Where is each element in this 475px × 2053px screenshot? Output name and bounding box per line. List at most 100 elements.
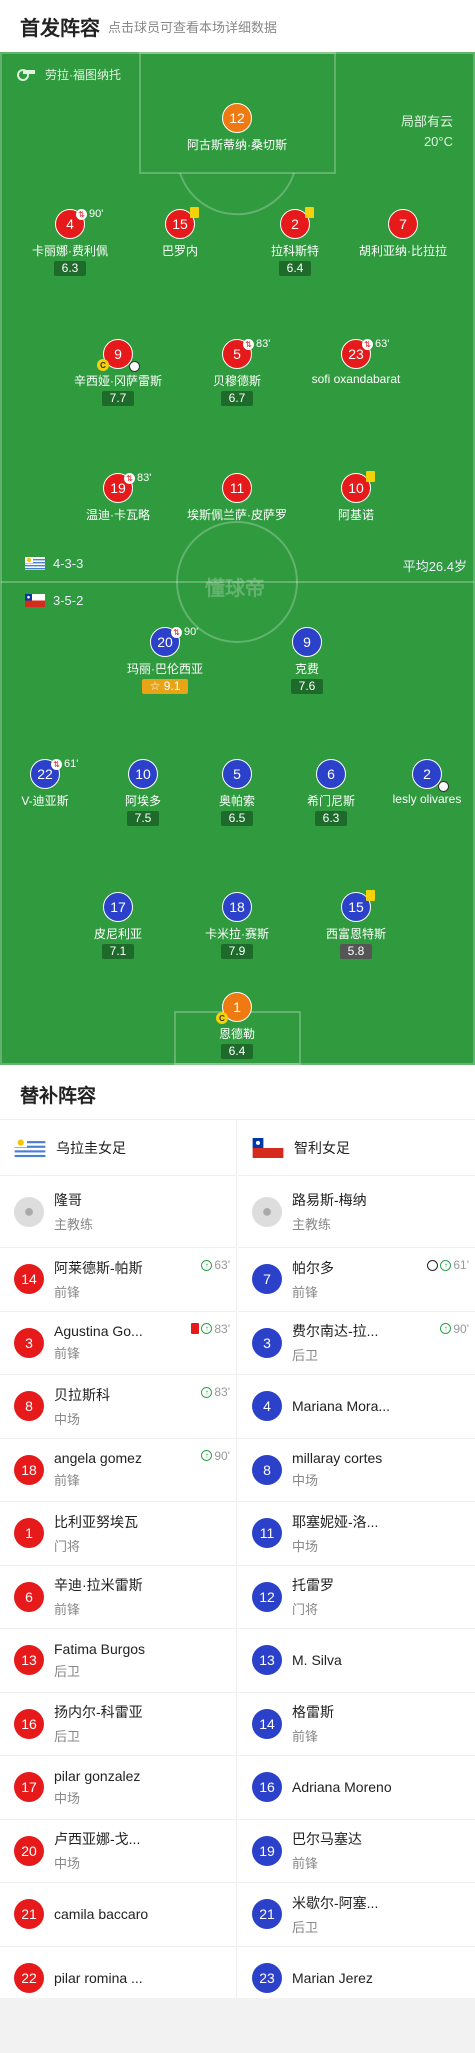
goal-ball-icon	[427, 1259, 439, 1271]
player-name: 皮尼利亚	[93, 927, 142, 941]
player-number: 23 ⇅ 63'	[341, 338, 389, 369]
average-age: 平均26.4岁	[402, 559, 467, 574]
home-player[interactable]: 23 ⇅ 63' sofi oxandabarat	[296, 338, 416, 386]
sub-number: 16	[14, 1708, 44, 1739]
temperature: 20°C	[423, 134, 453, 149]
player-number: 12	[222, 103, 252, 133]
chile-flag-icon	[252, 1137, 284, 1158]
away-team-header[interactable]: 智利女足	[238, 1120, 475, 1176]
sub-row[interactable]: 13 M. Silva	[238, 1629, 475, 1693]
home-team-header[interactable]: 乌拉圭女足	[0, 1120, 236, 1176]
sub-row[interactable]: 12 托雷罗 门将	[238, 1566, 475, 1629]
away-player[interactable]: 20 ⇅ 90' 玛丽·巴伦西亚 ☆ 9.1	[105, 626, 225, 695]
sub-number: 18	[14, 1454, 44, 1485]
sub-row[interactable]: 3 Agustina Go... 前锋 ↑ 83'	[0, 1312, 236, 1375]
sub-row[interactable]: 8 贝拉斯科 中场 ↑ 83'	[0, 1375, 236, 1439]
home-player[interactable]: 19 ⇅ 83' 温迪·卡瓦略	[58, 472, 178, 523]
sub-row[interactable]: 4 Mariana Mora...	[238, 1375, 475, 1439]
sub-in-icon: ↑	[201, 1323, 213, 1334]
sub-row[interactable]: 1 比利亚努埃瓦 门将	[0, 1502, 236, 1566]
sub-time: 83'	[256, 338, 271, 350]
sub-number: 23	[252, 1962, 282, 1993]
home-player[interactable]: 5 ⇅ 83' 贝穆德斯 6.7	[177, 338, 297, 407]
sub-position: 前锋	[292, 1284, 319, 1300]
sub-position: 中场	[54, 1790, 81, 1806]
sub-row[interactable]: 21 米歇尔-阿塞... 后卫	[238, 1883, 475, 1947]
coach-avatar-icon: ●	[252, 1196, 282, 1227]
away-player[interactable]: 1 C 恩德勒 6.4	[177, 992, 297, 1060]
away-coach[interactable]: ● 路易斯-梅纳 主教练	[238, 1176, 475, 1248]
sub-event: ↑ 83'	[201, 1385, 230, 1399]
weather: 局部有云 20°C	[401, 112, 453, 152]
sub-number: 22	[14, 1962, 44, 1993]
home-player[interactable]: 12 阿古斯蒂纳·桑切斯	[177, 103, 297, 153]
sub-time: 83'	[214, 1321, 230, 1336]
sub-row[interactable]: 13 Fatima Burgos 后卫	[0, 1629, 236, 1693]
sub-row[interactable]: 16 Adriana Moreno	[238, 1756, 475, 1820]
sub-row[interactable]: 18 angela gomez 前锋 ↑ 90'	[0, 1439, 236, 1502]
home-coach[interactable]: ● 隆哥 主教练	[0, 1176, 236, 1248]
coach-name: 隆哥	[54, 1192, 82, 1208]
away-player[interactable]: 15 西富恩特斯 5.8	[296, 890, 416, 960]
substitution-badge: ⇅ 83'	[124, 472, 151, 484]
home-player[interactable]: 4 ⇅ 90' 卡丽娜·费利佩 6.3	[10, 208, 130, 277]
sub-name: pilar romina ...	[54, 1969, 143, 1986]
sub-number: 14	[252, 1708, 282, 1739]
player-number: 10	[341, 471, 375, 503]
sub-name: Agustina Go...	[54, 1323, 143, 1340]
away-player[interactable]: 2 lesly olivares	[367, 759, 475, 806]
sub-row[interactable]: 14 阿莱德斯-帕斯 前锋 ↑ 63'	[0, 1248, 236, 1312]
player-number: 22 ⇅ 61'	[30, 758, 78, 789]
sub-row[interactable]: 21 camila baccaro	[0, 1883, 236, 1947]
referee-name: 劳拉·福图纳托	[45, 68, 121, 82]
sub-number: 13	[14, 1645, 44, 1676]
sub-position: 中场	[54, 1856, 81, 1872]
sub-row[interactable]: 14 格雷斯 前锋	[238, 1693, 475, 1756]
sub-row[interactable]: 8 millaray cortes 中场	[238, 1439, 475, 1502]
sub-row[interactable]: 7 帕尔多 前锋 ↑ 61'	[238, 1248, 475, 1312]
sub-number: 3	[252, 1327, 282, 1358]
referee: 劳拉·福图纳托	[15, 66, 121, 83]
sub-number: 21	[252, 1899, 282, 1930]
home-player[interactable]: 7 胡利亚纳·比拉拉	[343, 209, 463, 259]
sub-row[interactable]: 19 巴尔马塞达 前锋	[238, 1820, 475, 1883]
away-player[interactable]: 17 皮尼利亚 7.1	[58, 892, 178, 960]
sub-row[interactable]: 20 卢西亚娜-戈... 中场	[0, 1820, 236, 1883]
coach-role: 主教练	[292, 1217, 332, 1232]
sub-name: 辛迪·拉米雷斯	[54, 1577, 143, 1594]
sub-row[interactable]: 11 耶塞妮娅-洛... 中场	[238, 1502, 475, 1566]
sub-position: 中场	[292, 1473, 319, 1489]
sub-name: 卢西亚娜-戈...	[54, 1831, 141, 1848]
sub-row[interactable]: 17 pilar gonzalez 中场	[0, 1756, 236, 1820]
player-number: 19 ⇅ 83'	[103, 472, 151, 503]
player-rating: 7.6	[290, 679, 324, 694]
sub-number: 21	[14, 1899, 44, 1930]
home-formation: 4-3-3	[25, 556, 83, 571]
away-player[interactable]: 9 克费 7.6	[247, 627, 367, 695]
sub-row[interactable]: 3 费尔南达-拉... 后卫 ↑ 90'	[238, 1312, 475, 1375]
lineup-header: 首发阵容 点击球员可查看本场详细数据	[0, 0, 475, 52]
home-player[interactable]: 10 阿基诺	[296, 471, 416, 523]
sub-number: 20	[14, 1835, 44, 1866]
away-subs-column: 智利女足 ● 路易斯-梅纳 主教练 7 帕尔多 前锋 ↑ 61' 3 费尔南达-拉... 后卫 ↑…	[238, 1120, 475, 2010]
player-number: 20 ⇅ 90'	[150, 626, 198, 657]
sub-event: ↑ 83'	[191, 1322, 230, 1336]
player-name: 巴罗内	[161, 244, 198, 258]
sub-row[interactable]: 6 辛迪·拉米雷斯 前锋	[0, 1566, 236, 1629]
home-player[interactable]: 11 埃斯佩兰萨·皮萨罗	[177, 473, 297, 523]
yellow-card-icon	[366, 471, 375, 482]
player-number: 9	[292, 627, 322, 657]
sub-number: 12	[252, 1581, 282, 1612]
player-name: 玛丽·巴伦西亚	[127, 662, 203, 676]
sub-row[interactable]: 16 扬内尔-科雷亚 后卫	[0, 1693, 236, 1756]
home-player[interactable]: 15 巴罗内	[120, 207, 240, 259]
home-player[interactable]: 9 C 辛西娅·冈萨雷斯 7.7	[58, 339, 178, 407]
sub-event: ↑ 61'	[427, 1258, 469, 1272]
sub-out-icon: ⇅	[362, 338, 373, 350]
away-player[interactable]: 18 卡米拉·赛斯 7.9	[177, 892, 297, 960]
away-subs-list: 7 帕尔多 前锋 ↑ 61' 3 费尔南达-拉... 后卫 ↑ 90' 4 Mariana Mora.…	[238, 1248, 475, 2010]
captain-icon: C	[216, 1012, 228, 1024]
weather-text: 局部有云	[400, 114, 453, 129]
sub-position: 门将	[292, 1602, 319, 1618]
home-player[interactable]: 2 拉科斯特 6.4	[235, 207, 355, 277]
